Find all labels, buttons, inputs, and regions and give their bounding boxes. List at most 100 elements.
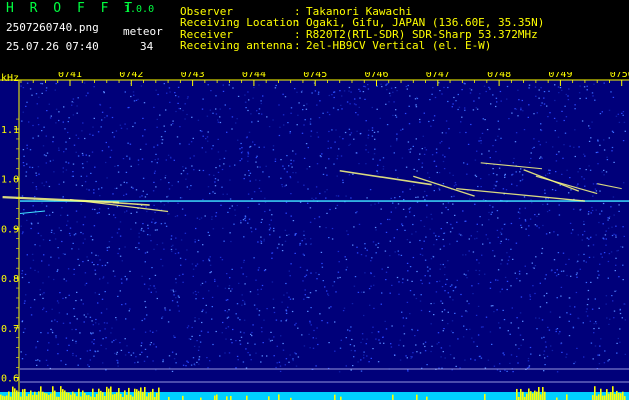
activity-bar [526,393,528,400]
noise-speck [124,275,126,278]
noise-speck [236,118,238,120]
noise-speck [249,180,251,182]
activity-bar [62,389,64,400]
noise-speck [447,86,449,89]
noise-speck [544,341,547,343]
noise-speck [422,196,425,198]
noise-speck [85,316,87,318]
noise-speck [457,338,459,340]
noise-speck [595,151,598,154]
noise-speck [244,216,247,218]
noise-speck [133,94,135,96]
activity-bar [34,391,36,400]
noise-speck [615,257,617,259]
noise-speck [220,204,222,206]
antenna-colon: : [294,39,301,52]
noise-speck [362,338,364,340]
noise-speck [152,218,154,220]
noise-speck [482,326,484,328]
noise-speck [567,99,570,101]
noise-speck [448,147,450,149]
noise-speck [326,322,329,324]
noise-speck [315,337,317,339]
noise-speck [77,258,79,260]
noise-speck [100,312,103,314]
noise-speck [591,92,594,94]
noise-speck [202,244,204,246]
noise-speck [83,314,85,316]
noise-speck [196,340,198,342]
noise-speck [226,193,228,195]
noise-speck [191,335,193,337]
noise-speck [221,168,224,171]
noise-speck [101,119,103,121]
noise-speck [435,235,437,237]
noise-speck [268,176,270,178]
noise-speck [29,267,32,269]
noise-speck [92,332,94,334]
noise-speck [135,222,137,224]
noise-speck [229,198,232,200]
noise-speck [76,318,78,320]
noise-speck [590,281,592,283]
noise-speck [345,258,348,261]
noise-speck [440,347,443,349]
noise-speck [97,264,99,266]
noise-speck [381,86,383,88]
noise-speck [113,136,115,138]
noise-speck [611,234,614,237]
noise-speck [430,213,432,215]
activity-bar [534,390,536,400]
noise-speck [441,302,444,304]
noise-speck [394,87,397,89]
noise-speck [613,233,615,235]
noise-speck [622,226,624,228]
noise-speck [71,248,73,250]
noise-speck [506,85,509,88]
activity-bar [566,394,568,400]
noise-speck [331,94,333,96]
noise-speck [456,221,458,223]
noise-speck [353,345,355,347]
noise-speck [595,321,597,323]
activity-bar [600,388,602,400]
noise-speck [25,175,27,177]
activity-bar [608,393,610,400]
noise-speck [128,310,130,312]
noise-speck [452,203,454,205]
noise-speck [576,261,578,263]
noise-speck [541,102,543,104]
noise-speck [426,216,428,218]
noise-speck [266,308,268,310]
noise-speck [349,103,351,105]
noise-speck [286,171,288,173]
noise-speck [583,253,585,255]
noise-speck [442,154,444,156]
noise-speck [76,112,78,114]
noise-speck [191,263,194,265]
noise-speck [574,129,576,131]
noise-speck [286,155,288,157]
noise-speck [142,223,144,225]
noise-speck [324,286,326,288]
noise-speck [132,125,134,128]
noise-speck [41,92,43,94]
noise-speck [541,252,543,254]
noise-speck [179,257,182,259]
noise-speck [180,239,183,241]
noise-speck [406,301,409,303]
noise-speck [138,242,140,244]
noise-speck [154,211,156,214]
noise-speck [156,297,158,300]
noise-speck [292,172,294,174]
noise-speck [217,171,220,173]
noise-speck [235,340,237,342]
noise-speck [169,91,171,93]
noise-speck [273,355,275,357]
noise-speck [119,255,122,257]
noise-speck [387,266,389,268]
noise-speck [124,354,127,356]
noise-speck [65,363,67,366]
noise-speck [424,275,426,277]
noise-speck [48,185,51,188]
